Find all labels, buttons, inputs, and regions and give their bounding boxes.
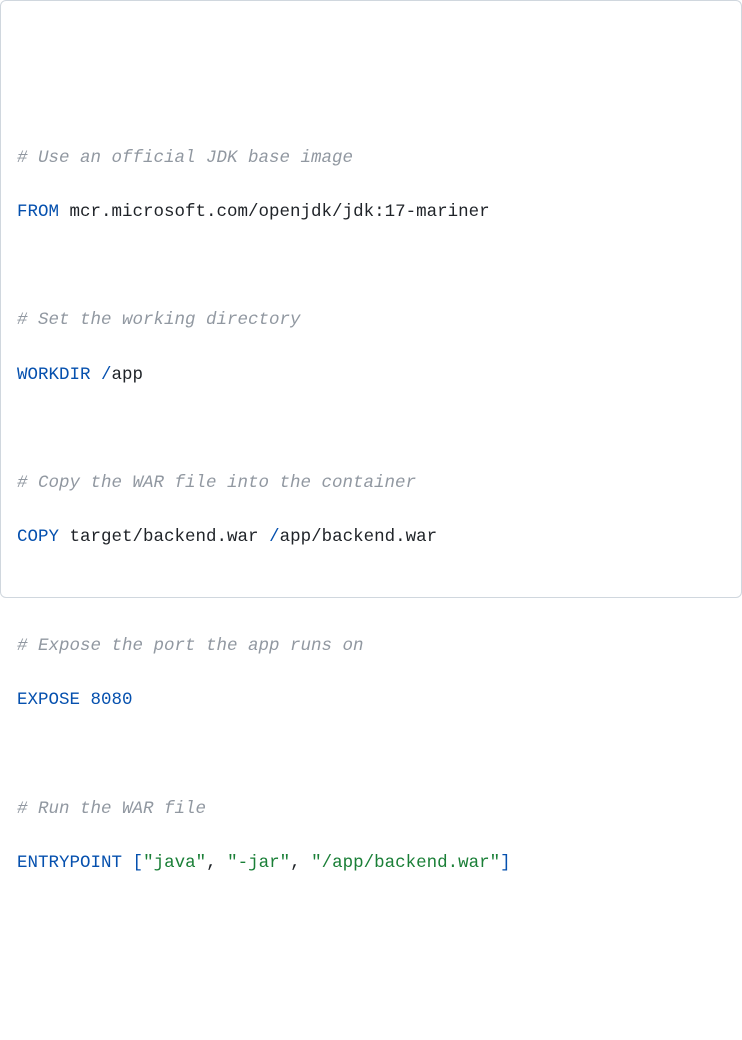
blank-line	[17, 253, 725, 280]
space	[80, 690, 91, 710]
expose-keyword: EXPOSE	[17, 690, 80, 710]
entrypoint-arg: "java"	[143, 853, 206, 873]
entrypoint-keyword: ENTRYPOINT	[17, 853, 122, 873]
comment-text: # Run the WAR file	[17, 799, 206, 819]
expose-port: 8080	[91, 690, 133, 710]
comment-text: # Set the working directory	[17, 310, 301, 330]
bracket-open: [	[133, 853, 144, 873]
copy-slash: /	[269, 527, 280, 547]
comment-text: # Copy the WAR file into the container	[17, 473, 416, 493]
copy-src: target/backend.war	[59, 527, 269, 547]
comment-line: # Set the working directory	[17, 307, 725, 334]
from-line: FROM mcr.microsoft.com/openjdk/jdk:17-ma…	[17, 199, 725, 226]
dockerfile-code-block: # Use an official JDK base image FROM mc…	[17, 118, 725, 905]
blank-line	[17, 416, 725, 443]
blank-line	[17, 579, 725, 606]
workdir-line: WORKDIR /app	[17, 362, 725, 389]
space	[122, 853, 133, 873]
comment-line: # Copy the WAR file into the container	[17, 470, 725, 497]
comment-line: # Expose the port the app runs on	[17, 633, 725, 660]
from-keyword: FROM	[17, 202, 59, 222]
comment-line: # Use an official JDK base image	[17, 145, 725, 172]
comment-text: # Use an official JDK base image	[17, 148, 353, 168]
comment-text: # Expose the port the app runs on	[17, 636, 364, 656]
workdir-path: app	[112, 365, 144, 385]
comma: ,	[290, 853, 311, 873]
entrypoint-arg: "-jar"	[227, 853, 290, 873]
entrypoint-arg: "/app/backend.war"	[311, 853, 500, 873]
copy-keyword: COPY	[17, 527, 59, 547]
expose-line: EXPOSE 8080	[17, 687, 725, 714]
comment-line: # Run the WAR file	[17, 796, 725, 823]
from-image: mcr.microsoft.com/openjdk/jdk:17-mariner	[59, 202, 490, 222]
workdir-slash: /	[91, 365, 112, 385]
copy-dst: app/backend.war	[280, 527, 438, 547]
copy-line: COPY target/backend.war /app/backend.war	[17, 524, 725, 551]
workdir-keyword: WORKDIR	[17, 365, 91, 385]
blank-line	[17, 741, 725, 768]
bracket-close: ]	[500, 853, 511, 873]
comma: ,	[206, 853, 227, 873]
entrypoint-line: ENTRYPOINT ["java", "-jar", "/app/backen…	[17, 850, 725, 877]
